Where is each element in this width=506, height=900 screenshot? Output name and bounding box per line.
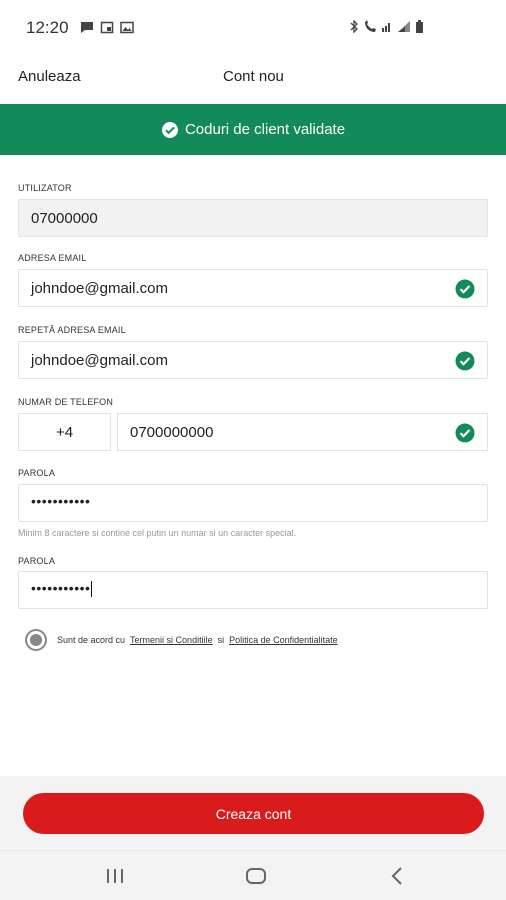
calendar-icon [100,21,114,34]
user-value: 07000000 [31,210,98,227]
nav-bar [0,850,506,900]
terms-row: Sunt de acord cu Termenii si Conditiile … [25,629,343,651]
image-icon [120,21,134,34]
battery-icon [416,20,423,33]
phone-label: NUMAR DE TELEFON [18,397,114,407]
password-value: ••••••••••• [31,493,91,509]
phone-prefix-value: +4 [55,424,74,441]
banner-text: Coduri de client validate [184,121,346,138]
back-icon[interactable] [386,865,410,887]
status-bar: 12:20 [0,0,506,56]
email-repeat-field[interactable]: johndoe@gmail.com [18,341,488,379]
email-repeat-valid-icon [455,351,475,371]
action-panel: Creaza cont [0,776,506,850]
user-field: 07000000 [18,199,488,237]
notification-icons [80,21,134,34]
create-account-button[interactable]: Creaza cont [23,793,484,834]
system-icons [349,20,424,33]
cancel-button[interactable]: Anuleaza [18,68,81,85]
header: Anuleaza Cont nou [0,56,506,104]
email-label: ADRESA EMAIL [18,253,87,263]
bluetooth-icon [350,20,358,33]
phone-prefix-field[interactable]: +4 [18,413,111,451]
terms-and: si [217,635,225,645]
privacy-link[interactable]: Politica de Confidentialitate [229,635,338,645]
wifi-call-icon [365,20,376,32]
page-title: Cont nou [223,68,284,85]
password-repeat-label: PAROLA [18,556,56,566]
email-field[interactable]: johndoe@gmail.com [18,269,488,307]
password-repeat-field[interactable]: ••••••••••• [18,571,488,609]
signal-icon [398,21,410,32]
phone-value: 0700000000 [130,424,214,441]
phone-valid-icon [455,423,475,443]
email-valid-icon [455,279,475,299]
home-icon[interactable] [244,865,268,887]
terms-radio[interactable] [25,629,47,651]
status-time: 12:20 [26,18,69,37]
email-repeat-value: johndoe@gmail.com [31,352,168,369]
text-caret [91,581,93,598]
network-4g-icon [382,23,390,32]
email-repeat-label: REPETĂ ADRESA EMAIL [18,325,126,335]
terms-prefix: Sunt de acord cu [57,635,126,645]
check-circle-icon [161,121,178,138]
password-field[interactable]: ••••••••••• [18,484,488,522]
password-hint: Minim 8 caractere si contine cel putin u… [18,528,297,538]
message-icon [81,22,93,33]
phone-field[interactable]: 0700000000 [117,413,488,451]
password-label: PAROLA [18,468,56,478]
validation-banner: Coduri de client validate [0,104,506,155]
recents-icon[interactable] [103,865,127,887]
user-label: UTILIZATOR [18,183,72,193]
password-repeat-value: ••••••••••• [31,580,93,598]
terms-link[interactable]: Termenii si Conditiile [130,635,213,645]
email-value: johndoe@gmail.com [31,280,168,297]
